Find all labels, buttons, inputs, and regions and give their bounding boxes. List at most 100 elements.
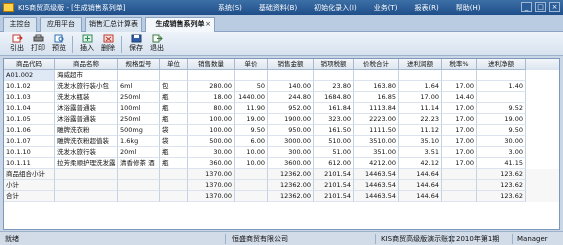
table-cell[interactable]: 123.62 [477, 169, 526, 180]
table-cell[interactable] [118, 169, 160, 180]
table-cell[interactable]: 3510.00 [354, 136, 399, 147]
table-cell[interactable]: 161.50 [314, 125, 354, 136]
table-cell[interactable]: 沐浴露普通装 [55, 103, 118, 114]
table-cell[interactable]: 瓶 [160, 147, 188, 158]
table-cell[interactable]: 244.80 [268, 92, 314, 103]
table-cell[interactable]: 30.00 [188, 147, 235, 158]
table-cell[interactable]: 10.1.10 [4, 147, 55, 158]
table-cell[interactable] [160, 70, 188, 81]
tab-main-console[interactable]: 主控台 [3, 17, 37, 32]
table-cell[interactable]: 1440.00 [235, 92, 268, 103]
table-cell[interactable] [235, 70, 268, 81]
table-cell[interactable]: 12362.00 [268, 169, 314, 180]
table-cell[interactable]: 17.00 [442, 147, 477, 158]
table-cell[interactable]: 1.64 [399, 81, 442, 92]
table-cell[interactable]: 12362.00 [268, 180, 314, 191]
table-cell[interactable]: 11.12 [399, 125, 442, 136]
table-cell[interactable]: 洗发水旅行装小包 [55, 81, 118, 92]
table-cell[interactable]: 14.40 [442, 92, 477, 103]
table-cell[interactable]: 14463.54 [354, 169, 399, 180]
table-cell[interactable]: 360.00 [188, 158, 235, 169]
table-cell[interactable] [118, 70, 160, 81]
table-cell[interactable]: 3.51 [399, 147, 442, 158]
table-cell[interactable]: 1684.80 [314, 92, 354, 103]
table-cell[interactable] [442, 180, 477, 191]
column-header[interactable]: 进利净额 [477, 59, 526, 70]
column-header[interactable]: 规格型号 [118, 59, 160, 70]
table-row[interactable]: 10.1.03 洗发水瓶装 250ml 瓶 18.00 1440.00 244.80 1684… [4, 92, 559, 103]
table-cell[interactable]: 100ml [118, 103, 160, 114]
table-cell[interactable] [55, 169, 118, 180]
table-cell[interactable]: 1113.84 [354, 103, 399, 114]
table-cell[interactable]: 合计 [4, 191, 55, 202]
table-cell[interactable]: 280.00 [188, 81, 235, 92]
table-cell[interactable]: 1900.00 [268, 114, 314, 125]
table-row[interactable]: 10.1.07 雕牌洗衣粉超值装 1.6kg 袋 500.00 6.00 3000.00 51… [4, 136, 559, 147]
column-header[interactable]: 价税合计 [354, 59, 399, 70]
table-cell[interactable] [314, 70, 354, 81]
table-cell[interactable]: 41.15 [477, 158, 526, 169]
table-cell[interactable]: 瓶 [160, 158, 188, 169]
table-cell[interactable]: 11.90 [235, 103, 268, 114]
table-cell[interactable]: 612.00 [314, 158, 354, 169]
column-header[interactable]: 销售数量 [188, 59, 235, 70]
table-cell[interactable]: 6ml [118, 81, 160, 92]
table-cell[interactable]: 拉芳柔顺护理洗发露 [55, 158, 118, 169]
table-cell[interactable] [442, 70, 477, 81]
table-cell[interactable]: 140.00 [268, 81, 314, 92]
table-cell[interactable] [399, 70, 442, 81]
table-cell[interactable]: 250ml [118, 92, 160, 103]
table-cell[interactable]: 袋 [160, 136, 188, 147]
table-cell[interactable]: 10.1.05 [4, 114, 55, 125]
column-header[interactable]: 单价 [235, 59, 268, 70]
table-cell[interactable]: 80.00 [188, 103, 235, 114]
table-cell[interactable]: 1.40 [477, 81, 526, 92]
insert-button[interactable]: 插入 [76, 34, 98, 55]
table-cell[interactable]: 海威超市 [55, 70, 118, 81]
table-cell[interactable]: 瓶 [160, 103, 188, 114]
table-cell[interactable]: 10.00 [235, 147, 268, 158]
table-cell[interactable]: 9.52 [477, 103, 526, 114]
table-cell[interactable]: 161.84 [314, 103, 354, 114]
table-cell[interactable]: 9.50 [477, 125, 526, 136]
table-cell[interactable]: 1370.00 [188, 191, 235, 202]
menu-system[interactable]: 系统(S) [218, 3, 242, 13]
table-cell[interactable]: 10.1.03 [4, 92, 55, 103]
column-header[interactable]: 商品代码 [4, 59, 55, 70]
table-cell[interactable]: 3.00 [477, 147, 526, 158]
table-cell[interactable]: 2223.00 [354, 114, 399, 125]
table-cell[interactable]: 19.00 [477, 114, 526, 125]
exit-button[interactable]: 退出 [146, 34, 168, 55]
table-row[interactable]: 小计 1370.00 12362.00 2101.54 14463.54 144.64 12… [4, 180, 559, 191]
table-cell[interactable]: 123.62 [477, 180, 526, 191]
table-cell[interactable] [55, 180, 118, 191]
menu-help[interactable]: 帮助(H) [456, 3, 481, 13]
table-cell[interactable]: 袋 [160, 125, 188, 136]
table-cell[interactable] [442, 169, 477, 180]
table-cell[interactable]: 瓶 [160, 92, 188, 103]
print-button[interactable]: 打印 [27, 34, 49, 55]
table-cell[interactable]: 10.1.02 [4, 81, 55, 92]
table-row[interactable]: 10.1.04 沐浴露普通装 100ml 瓶 80.00 11.90 952.00 161.8… [4, 103, 559, 114]
table-cell[interactable]: 2101.54 [314, 169, 354, 180]
table-cell[interactable]: 500mg [118, 125, 160, 136]
table-cell[interactable]: 瓶 [160, 114, 188, 125]
table-cell[interactable]: 100.00 [188, 125, 235, 136]
table-cell[interactable]: 30.00 [477, 136, 526, 147]
table-cell[interactable] [118, 180, 160, 191]
table-cell[interactable]: 9.50 [235, 125, 268, 136]
delete-button[interactable]: 删除 [97, 34, 119, 55]
table-cell[interactable] [160, 191, 188, 202]
table-cell[interactable]: 18.00 [188, 92, 235, 103]
table-cell[interactable]: 10.1.07 [4, 136, 55, 147]
table-cell[interactable] [268, 70, 314, 81]
table-cell[interactable]: 雕牌洗衣粉超值装 [55, 136, 118, 147]
table-cell[interactable]: 17.00 [442, 81, 477, 92]
table-cell[interactable]: 323.00 [314, 114, 354, 125]
table-cell[interactable]: 2101.54 [314, 191, 354, 202]
column-header[interactable]: 单位 [160, 59, 188, 70]
table-cell[interactable]: 1370.00 [188, 180, 235, 191]
table-cell[interactable]: 300.00 [268, 147, 314, 158]
table-cell[interactable]: 14463.54 [354, 191, 399, 202]
table-cell[interactable]: 50 [235, 81, 268, 92]
